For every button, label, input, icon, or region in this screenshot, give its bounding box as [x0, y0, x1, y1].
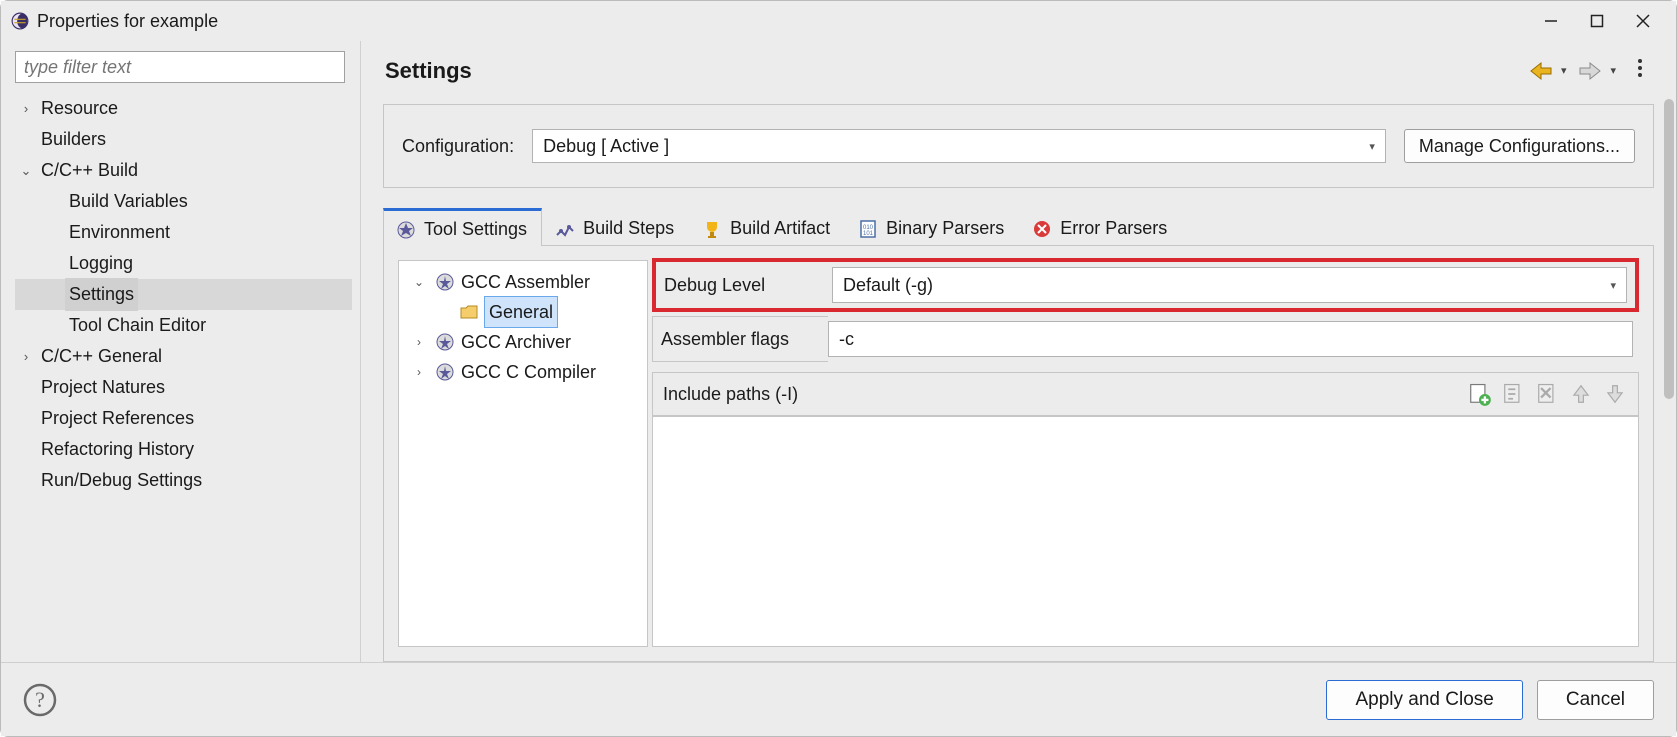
window-root: Properties for example ›Resource Builder…	[0, 0, 1677, 737]
assembler-flags-value: -c	[839, 329, 854, 350]
folder-icon	[459, 302, 479, 322]
nav-project-references[interactable]: Project References	[15, 403, 352, 434]
form-area: Debug Level Default (-g) ▾ Assembler fla…	[648, 260, 1639, 647]
tool-settings-body: ⌄ GCC Assembler General › GCC Archiver	[383, 246, 1654, 662]
minimize-button[interactable]	[1528, 6, 1574, 36]
error-parsers-icon	[1032, 219, 1052, 239]
nav-forward-menu[interactable]: ▾	[1606, 64, 1624, 77]
tab-build-artifact-label: Build Artifact	[730, 218, 830, 239]
tool-settings-icon	[396, 220, 416, 240]
chevron-down-icon: ⌄	[15, 155, 37, 186]
move-up-button[interactable]	[1568, 381, 1594, 407]
maximize-button[interactable]	[1574, 6, 1620, 36]
main: Settings ▾ ▾ Configuration: Debug [ Ac	[361, 41, 1676, 662]
nav-environment[interactable]: Environment	[15, 217, 352, 248]
chevron-right-icon: ›	[15, 93, 37, 124]
apply-and-close-button[interactable]: Apply and Close	[1326, 680, 1522, 720]
nav-refactoring-history[interactable]: Refactoring History	[15, 434, 352, 465]
move-down-button[interactable]	[1602, 381, 1628, 407]
chevron-right-icon: ›	[409, 357, 429, 387]
tool-general[interactable]: General	[403, 297, 643, 327]
tab-build-steps[interactable]: Build Steps	[542, 209, 689, 245]
include-paths-toolbar	[1466, 381, 1628, 407]
tool-gcc-c-compiler[interactable]: › GCC C Compiler	[403, 357, 643, 387]
nav-toolchain-editor[interactable]: Tool Chain Editor	[15, 310, 352, 341]
nav-back-button[interactable]	[1525, 61, 1557, 81]
configuration-value: Debug [ Active ]	[543, 136, 669, 157]
assembler-flags-row: Assembler flags -c	[652, 316, 1639, 362]
tool-icon	[435, 332, 455, 352]
debug-level-select[interactable]: Default (-g) ▾	[832, 267, 1627, 303]
include-paths-group: Include paths (-I)	[652, 372, 1639, 647]
main-header: Settings ▾ ▾	[361, 41, 1676, 94]
cancel-button[interactable]: Cancel	[1537, 680, 1654, 720]
include-paths-label: Include paths (-I)	[663, 384, 798, 405]
nav-build-variables[interactable]: Build Variables	[15, 186, 352, 217]
tool-tree: ⌄ GCC Assembler General › GCC Archiver	[398, 260, 648, 647]
svg-text:101: 101	[863, 231, 874, 237]
page-title: Settings	[385, 58, 472, 84]
tab-build-steps-label: Build Steps	[583, 218, 674, 239]
close-button[interactable]	[1620, 6, 1666, 36]
tool-gcc-archiver[interactable]: › GCC Archiver	[403, 327, 643, 357]
assembler-flags-input[interactable]: -c	[828, 321, 1633, 357]
configuration-panel: Configuration: Debug [ Active ] ▾ Manage…	[383, 104, 1654, 188]
debug-level-row-highlight: Debug Level Default (-g) ▾	[652, 258, 1639, 312]
eclipse-icon	[11, 12, 29, 30]
nav-settings[interactable]: Settings	[15, 279, 352, 310]
help-button[interactable]: ?	[23, 683, 57, 717]
titlebar: Properties for example	[1, 1, 1676, 41]
chevron-down-icon: ▾	[1610, 279, 1616, 292]
tab-tool-settings[interactable]: Tool Settings	[383, 208, 542, 246]
binary-parsers-icon: 010101	[858, 219, 878, 239]
filter-input[interactable]	[15, 51, 345, 83]
window-title: Properties for example	[37, 11, 218, 32]
build-steps-icon	[555, 219, 575, 239]
tab-tool-settings-label: Tool Settings	[424, 219, 527, 240]
include-paths-header: Include paths (-I)	[653, 373, 1638, 416]
chevron-down-icon: ▾	[1369, 140, 1375, 153]
trophy-icon	[702, 219, 722, 239]
body: ›Resource Builders ⌄C/C++ Build Build Va…	[1, 41, 1676, 662]
tool-gcc-assembler[interactable]: ⌄ GCC Assembler	[403, 267, 643, 297]
nav-logging[interactable]: Logging	[15, 248, 352, 279]
manage-configurations-button[interactable]: Manage Configurations...	[1404, 129, 1635, 163]
nav-cc-general[interactable]: ›C/C++ General	[15, 341, 352, 372]
configuration-label: Configuration:	[402, 136, 514, 157]
footer: ? Apply and Close Cancel	[1, 662, 1676, 736]
assembler-flags-label: Assembler flags	[652, 316, 828, 362]
add-include-button[interactable]	[1466, 381, 1492, 407]
tab-binary-parsers-label: Binary Parsers	[886, 218, 1004, 239]
chevron-right-icon: ›	[15, 341, 37, 372]
nav-project-natures[interactable]: Project Natures	[15, 372, 352, 403]
nav-forward-button[interactable]	[1574, 61, 1606, 81]
edit-include-button[interactable]	[1500, 381, 1526, 407]
nav-run-debug-settings[interactable]: Run/Debug Settings	[15, 465, 352, 496]
tab-error-parsers[interactable]: Error Parsers	[1019, 209, 1182, 245]
debug-level-label: Debug Level	[656, 262, 832, 308]
tab-error-parsers-label: Error Parsers	[1060, 218, 1167, 239]
view-menu-button[interactable]	[1624, 57, 1652, 84]
include-paths-list[interactable]	[653, 416, 1638, 646]
nav-resource[interactable]: ›Resource	[15, 93, 352, 124]
tool-icon	[435, 272, 455, 292]
configuration-select[interactable]: Debug [ Active ] ▾	[532, 129, 1386, 163]
svg-text:?: ?	[35, 687, 45, 712]
tool-icon	[435, 362, 455, 382]
nav-builders[interactable]: Builders	[15, 124, 352, 155]
chevron-right-icon: ›	[409, 327, 429, 357]
debug-level-value: Default (-g)	[843, 275, 933, 296]
tab-build-artifact[interactable]: Build Artifact	[689, 209, 845, 245]
tab-binary-parsers[interactable]: 010101 Binary Parsers	[845, 209, 1019, 245]
settings-tabs: Tool Settings Build Steps Build Artifact…	[383, 208, 1654, 246]
nav-cc-build[interactable]: ⌄C/C++ Build	[15, 155, 352, 186]
scrollbar[interactable]	[1664, 99, 1674, 399]
nav-back-menu[interactable]: ▾	[1557, 64, 1575, 77]
chevron-down-icon: ⌄	[409, 267, 429, 297]
sidebar: ›Resource Builders ⌄C/C++ Build Build Va…	[1, 41, 361, 662]
nav-tree: ›Resource Builders ⌄C/C++ Build Build Va…	[15, 93, 352, 496]
delete-include-button[interactable]	[1534, 381, 1560, 407]
